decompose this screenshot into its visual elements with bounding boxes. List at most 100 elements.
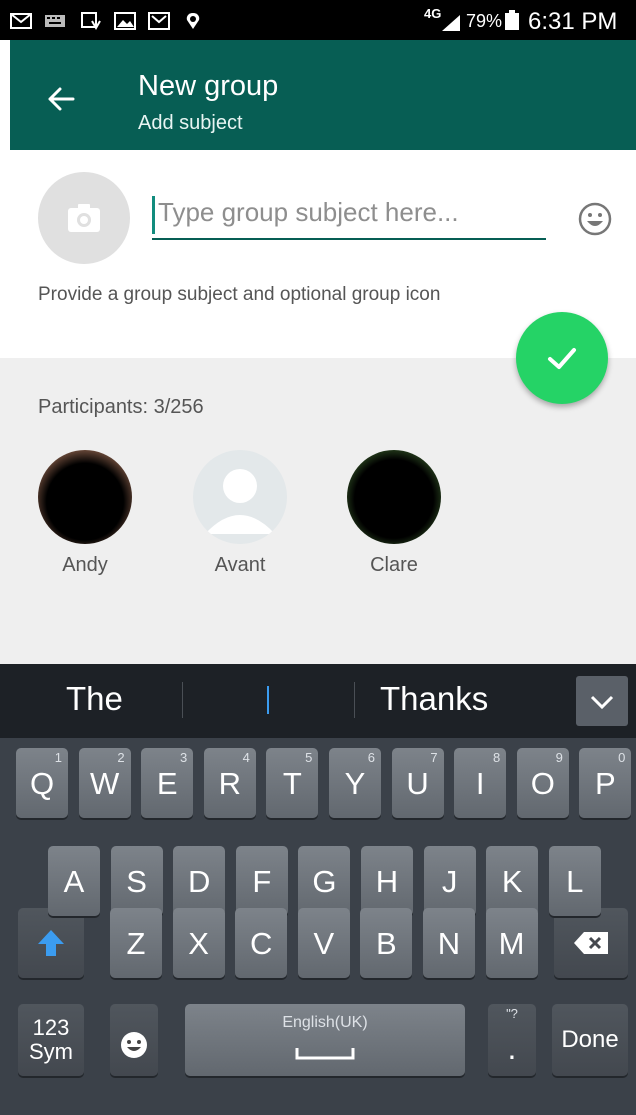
back-arrow-icon[interactable] <box>46 84 76 114</box>
confirm-button[interactable] <box>516 312 608 404</box>
key-h[interactable]: H <box>361 846 413 916</box>
key-m[interactable]: M <box>485 908 538 978</box>
key-label: W <box>89 766 120 801</box>
collapse-keyboard-button[interactable] <box>576 676 628 726</box>
key-o[interactable]: O9 <box>516 748 569 818</box>
key-f[interactable]: F <box>235 846 288 916</box>
key-label: L <box>566 864 584 899</box>
key-label: V <box>313 926 335 961</box>
done-key[interactable]: Done <box>552 1004 628 1076</box>
key-label: A <box>63 864 85 899</box>
participant-item[interactable]: Clare <box>334 450 444 590</box>
participant-item[interactable]: Avant <box>180 450 290 590</box>
signal-icon <box>440 14 462 32</box>
key-number-hint: 4 <box>242 750 250 765</box>
key-label: G <box>312 864 337 899</box>
key-label: M <box>498 926 525 961</box>
default-avatar-icon <box>205 469 275 534</box>
mail-icon <box>10 12 32 30</box>
key-x[interactable]: X <box>172 908 225 978</box>
key-number-hint: 2 <box>117 750 125 765</box>
key-u[interactable]: U7 <box>391 748 444 818</box>
key-label: S <box>126 864 147 899</box>
key-j[interactable]: J <box>423 846 476 916</box>
divider <box>354 682 355 718</box>
battery-icon <box>505 10 519 30</box>
key-e[interactable]: E3 <box>141 748 194 818</box>
language-label: English(UK) <box>282 1014 368 1031</box>
key-l[interactable]: L <box>548 846 601 916</box>
key-g[interactable]: G <box>298 846 351 916</box>
key-number-hint: 9 <box>555 750 563 765</box>
key-label: C <box>249 926 273 961</box>
chevron-down-icon <box>590 695 614 710</box>
emoji-icon <box>121 1032 147 1058</box>
page-subtitle: Add subject <box>138 112 243 134</box>
participants-section: Participants: 3/256 Andy Avant Clare <box>0 358 636 664</box>
key-v[interactable]: V <box>297 908 350 978</box>
participants-count: Participants: 3/256 <box>38 396 204 418</box>
network-label: 4G <box>424 6 442 21</box>
emoji-key[interactable] <box>110 1004 158 1076</box>
suggestion-item[interactable]: Thanks <box>380 680 488 718</box>
group-photo-button[interactable] <box>38 172 130 264</box>
participant-name: Avant <box>214 554 266 576</box>
shift-icon <box>38 930 64 956</box>
key-number-hint: 6 <box>367 750 375 765</box>
key-y[interactable]: Y6 <box>329 748 381 818</box>
backspace-icon <box>574 932 608 954</box>
download-icon <box>80 12 102 30</box>
checkmark-icon <box>548 348 576 369</box>
key-b[interactable]: B <box>360 908 413 978</box>
key-k[interactable]: K <box>486 846 539 916</box>
key-label: K <box>501 864 523 899</box>
camera-icon <box>68 204 100 232</box>
space-icon <box>295 1048 355 1060</box>
key-label: Z <box>126 926 146 961</box>
page-title: New group <box>138 70 279 102</box>
key-z[interactable]: Z <box>110 908 162 978</box>
key-s[interactable]: S <box>110 846 163 916</box>
key-label: X <box>188 926 209 961</box>
avatar <box>38 450 132 544</box>
key-q[interactable]: Q1 <box>16 748 68 818</box>
subject-hint: Provide a group subject and optional gro… <box>38 284 441 305</box>
text-cursor <box>152 196 155 234</box>
symbols-key[interactable]: 123 Sym <box>18 1004 84 1076</box>
group-subject-input[interactable] <box>152 192 546 240</box>
key-d[interactable]: D <box>173 846 226 916</box>
period-key[interactable]: "? . <box>488 1004 536 1076</box>
suggestion-item[interactable] <box>267 686 269 714</box>
emoji-icon[interactable] <box>578 202 612 236</box>
key-p[interactable]: P0 <box>579 748 632 818</box>
key-number-hint: 0 <box>618 750 626 765</box>
key-label: E <box>156 766 178 801</box>
key-label: R <box>218 766 241 801</box>
battery-percent: 79% <box>466 11 503 31</box>
backspace-key[interactable] <box>554 908 628 978</box>
key-t[interactable]: T5 <box>266 748 319 818</box>
key-r[interactable]: R4 <box>203 748 256 818</box>
key-label: P <box>595 766 616 801</box>
key-number-hint: 7 <box>430 750 438 765</box>
key-label: H <box>375 864 399 899</box>
shift-key[interactable] <box>18 908 84 978</box>
key-n[interactable]: N <box>423 908 475 978</box>
clock: 6:31 PM <box>528 8 618 35</box>
participant-name: Clare <box>370 554 418 576</box>
suggestion-item[interactable]: The <box>66 680 123 718</box>
key-w[interactable]: W2 <box>78 748 131 818</box>
key-i[interactable]: I8 <box>454 748 507 818</box>
key-label: U <box>406 766 429 801</box>
key-c[interactable]: C <box>235 908 288 978</box>
period-hint: "? <box>506 1006 518 1021</box>
avatar <box>193 450 287 544</box>
key-label: D <box>187 864 211 899</box>
participant-item[interactable]: Andy <box>25 450 135 590</box>
key-a[interactable]: A <box>48 846 100 916</box>
key-label: Y <box>344 766 366 801</box>
period-label: . <box>507 1030 517 1066</box>
key-label: F <box>252 864 272 899</box>
key-number-hint: 8 <box>492 750 501 765</box>
space-key[interactable]: English(UK) <box>185 1004 465 1076</box>
